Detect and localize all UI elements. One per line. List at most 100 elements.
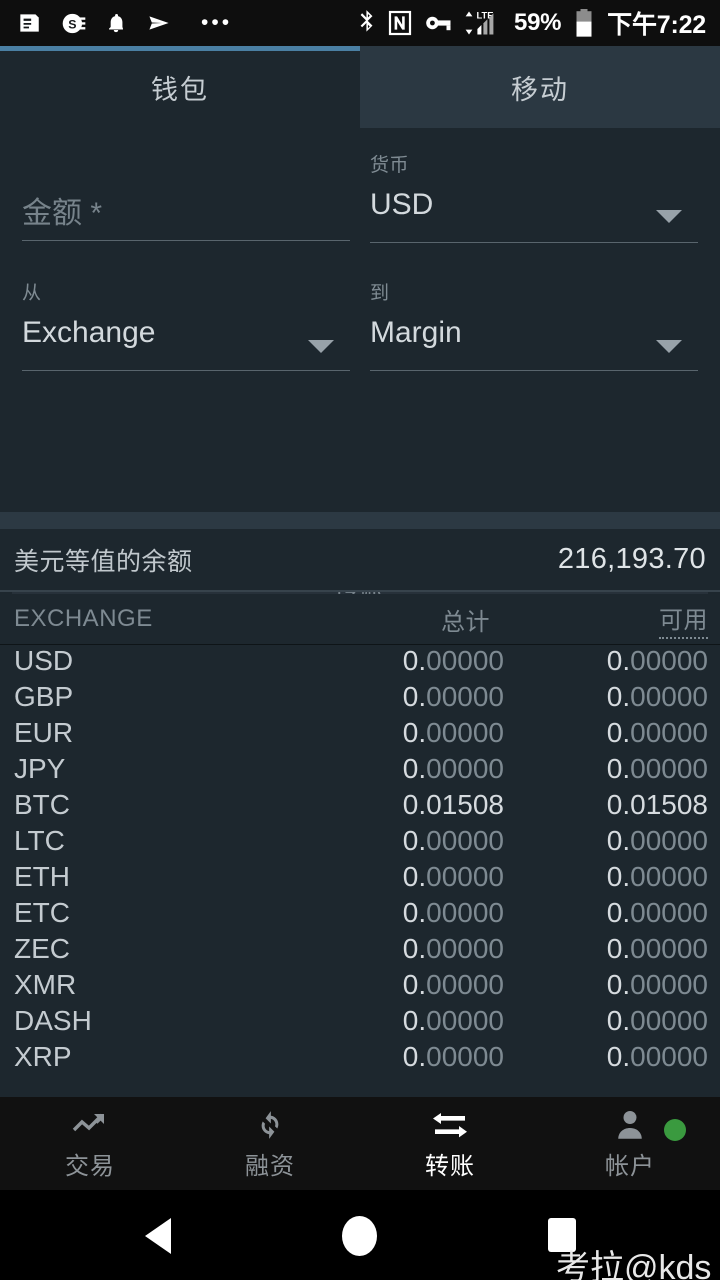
tab-wallet-label: 钱包 <box>151 74 209 105</box>
tab-bar: 钱包 移动 <box>0 46 720 128</box>
table-row[interactable]: ZEC 0.00000 0.00000 <box>0 933 720 969</box>
nav-item-account-label: 帐户 <box>605 1152 655 1180</box>
balance-label: 美元等值的余额 <box>14 547 193 576</box>
table-row[interactable]: ETH 0.00000 0.00000 <box>0 861 720 897</box>
table-row[interactable]: XRP 0.00000 0.00000 <box>0 1041 720 1077</box>
table-row[interactable]: ETC 0.00000 0.00000 <box>0 897 720 933</box>
table-row[interactable]: LTC 0.00000 0.00000 <box>0 825 720 861</box>
connection-status-dot <box>664 1119 686 1141</box>
cell-available: 0.00000 <box>606 645 708 676</box>
cell-total: 0.00000 <box>402 825 504 856</box>
cell-asset: XMR <box>14 969 77 1000</box>
nfc-icon <box>388 10 412 36</box>
cell-available: 0.00000 <box>606 897 708 928</box>
cell-available: 0.01508 <box>606 789 708 820</box>
from-underline <box>22 370 350 371</box>
table-row[interactable]: USD 0.00000 0.00000 <box>0 645 720 681</box>
cell-available: 0.00000 <box>606 825 708 856</box>
nav-item-transfer-label: 转账 <box>425 1152 475 1180</box>
column-header-exchange[interactable]: EXCHANGE <box>14 605 153 633</box>
android-system-nav-bar: 考拉@kds <box>0 1190 720 1280</box>
balance-value: 216,193.70 <box>557 543 706 575</box>
cell-available: 0.00000 <box>606 1041 708 1072</box>
cell-asset: GBP <box>14 681 74 712</box>
from-label: 从 <box>22 283 42 304</box>
balances-table-body[interactable]: USD 0.00000 0.00000 GBP 0.00000 0.00000 EUR 0.0… <box>0 645 720 1097</box>
column-header-available[interactable]: 可用 <box>659 600 708 639</box>
cell-asset: ETH <box>14 861 70 892</box>
cell-available: 0.00000 <box>606 681 708 712</box>
to-underline <box>370 370 698 371</box>
chevron-down-icon <box>308 340 334 353</box>
clock-time: 下午7:22 <box>607 11 706 39</box>
cell-asset: ETC <box>14 897 70 928</box>
cell-available: 0.00000 <box>606 753 708 784</box>
status-bar: S ••• LTE 59% 下午7:22 <box>0 0 720 46</box>
cell-asset: XRP <box>14 1041 72 1072</box>
cell-asset: EUR <box>14 717 74 748</box>
refresh-icon <box>253 1107 287 1143</box>
cell-total: 0.00000 <box>402 1041 504 1072</box>
table-row[interactable]: GBP 0.00000 0.00000 <box>0 681 720 717</box>
table-row[interactable]: DASH 0.00000 0.00000 <box>0 1005 720 1041</box>
nav-item-funding-label: 融资 <box>245 1152 295 1180</box>
cell-available: 0.00000 <box>606 717 708 748</box>
cell-total: 0.00000 <box>402 861 504 892</box>
feed-icon <box>20 14 39 32</box>
bottom-navigation: 交易 融资 转账 帐户 <box>0 1097 720 1190</box>
watermark-text: 考拉@kds <box>556 1249 712 1280</box>
back-triangle-icon[interactable] <box>145 1218 171 1254</box>
cell-total: 0.00000 <box>402 753 504 784</box>
to-label: 到 <box>370 283 390 304</box>
cell-available: 0.00000 <box>606 933 708 964</box>
cell-asset: LTC <box>14 825 65 856</box>
chevron-down-icon <box>656 210 682 223</box>
cell-asset: DASH <box>14 1005 92 1036</box>
cell-total: 0.00000 <box>402 1005 504 1036</box>
table-row[interactable]: XMR 0.00000 0.00000 <box>0 969 720 1005</box>
vpn-key-icon <box>426 16 451 31</box>
amount-placeholder: 金额 * <box>22 197 103 230</box>
from-value: Exchange <box>22 316 156 349</box>
tab-move[interactable]: 移动 <box>360 46 720 128</box>
cell-available: 0.00000 <box>606 969 708 1000</box>
nav-item-trade[interactable]: 交易 <box>0 1097 180 1190</box>
nav-item-funding[interactable]: 融资 <box>180 1097 360 1190</box>
cell-asset: ZEC <box>14 933 70 964</box>
home-circle-icon[interactable] <box>342 1216 377 1256</box>
tab-wallet[interactable]: 钱包 <box>0 46 360 128</box>
usd-equivalent-balance-row: 美元等值的余额 216,193.70 <box>0 529 720 592</box>
to-value: Margin <box>370 316 462 349</box>
cell-available: 0.00000 <box>606 861 708 892</box>
cell-total: 0.01508 <box>402 789 504 820</box>
battery-icon <box>576 9 592 37</box>
evernote-icon: S <box>62 13 86 33</box>
cell-total: 0.00000 <box>402 897 504 928</box>
trending-up-icon <box>70 1107 110 1143</box>
table-row[interactable]: BTC 0.01508 0.01508 <box>0 789 720 825</box>
cell-total: 0.00000 <box>402 681 504 712</box>
bluetooth-icon <box>360 10 373 32</box>
tab-move-label: 移动 <box>511 74 569 105</box>
table-row[interactable]: JPY 0.00000 0.00000 <box>0 753 720 789</box>
nav-item-account[interactable]: 帐户 <box>540 1097 720 1190</box>
cell-total: 0.00000 <box>402 969 504 1000</box>
section-divider <box>0 512 720 529</box>
svg-text:S: S <box>68 17 76 31</box>
cell-total: 0.00000 <box>402 933 504 964</box>
cell-asset: BTC <box>14 789 70 820</box>
battery-percentage: 59% <box>514 9 562 36</box>
table-row[interactable]: EUR 0.00000 0.00000 <box>0 717 720 753</box>
cell-asset: JPY <box>14 753 66 784</box>
column-header-total[interactable]: 总计 <box>441 602 490 637</box>
amount-underline <box>22 240 350 241</box>
status-bar-overflow: ••• <box>173 12 357 33</box>
bell-icon <box>109 14 123 33</box>
currency-value: USD <box>370 188 434 221</box>
transfer-form: 金额 * 货币 USD 从 Exchange 到 Margin 转账 <box>0 128 720 625</box>
lte-signal-icon: LTE <box>465 9 494 35</box>
app-root: S ••• LTE 59% 下午7:22 钱包 移动 金额 * 货币 USD 从… <box>0 0 720 1280</box>
tab-selection-indicator <box>0 46 360 51</box>
status-bar-right-icons: LTE 59% 下午7:22 <box>357 5 706 41</box>
nav-item-transfer[interactable]: 转账 <box>360 1097 540 1190</box>
